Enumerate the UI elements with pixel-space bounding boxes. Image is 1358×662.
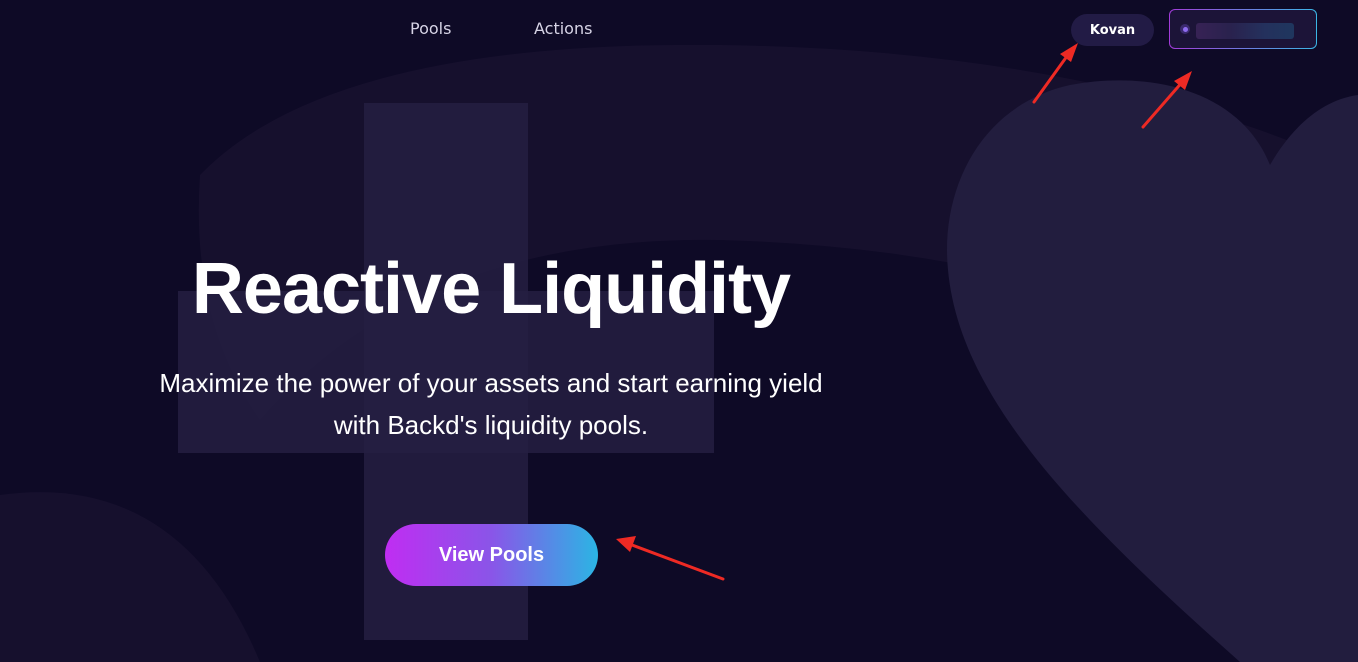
wallet-status-dot-icon (1180, 24, 1190, 34)
view-pools-button[interactable]: View Pools (385, 524, 598, 586)
bottom-left-curve-shape (0, 492, 260, 662)
network-label: Kovan (1089, 22, 1136, 38)
nav-link-actions[interactable]: Actions (534, 19, 592, 38)
landing-page: Pools Actions Kovan Reactive Liquidity M… (0, 0, 1358, 662)
heart-shape (947, 80, 1358, 662)
wallet-address-redacted (1196, 23, 1294, 39)
view-pools-label: View Pools (438, 543, 545, 566)
nav-link-pools[interactable]: Pools (410, 19, 451, 38)
hero-subtitle-line2: with Backd's liquidity pools. (333, 410, 649, 440)
hero-title: Reactive Liquidity (191, 249, 791, 329)
background-decoration (0, 44, 1358, 662)
wallet-button[interactable] (1169, 9, 1317, 49)
hero-subtitle-line1: Maximize the power of your assets and st… (159, 368, 823, 398)
hero-subtitle: Maximize the power of your assets and st… (92, 362, 890, 446)
network-badge[interactable]: Kovan (1071, 14, 1154, 46)
